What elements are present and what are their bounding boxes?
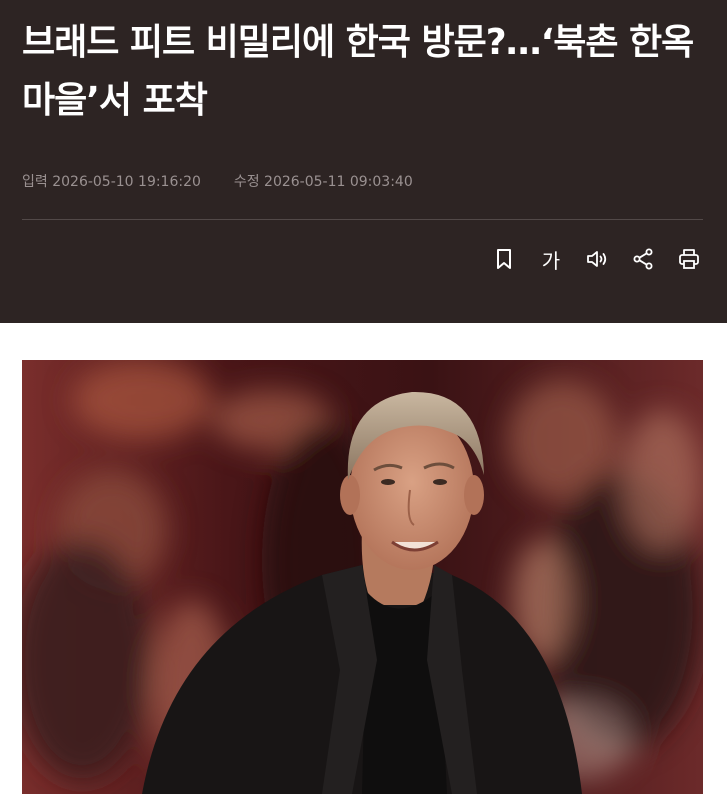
tts-button[interactable] [582,244,612,274]
font-size-icon: 가 [541,248,561,273]
speaker-icon [587,251,607,267]
modified-time: 2026-05-11 09:03:40 [264,174,413,190]
article-meta: 입력 2026-05-10 19:16:20 수정 2026-05-11 09:… [22,171,413,191]
print-icon [679,249,699,269]
header-divider [22,219,703,220]
article-photo [22,360,703,794]
print-button[interactable] [674,244,704,274]
modified-label: 수정 [233,174,260,190]
published-time: 2026-05-10 19:16:20 [52,174,201,190]
article-title: 브래드 피트 비밀리에 한국 방문?…‘북촌 한옥마을’서 포착 [22,22,694,121]
photo-celebrity-red-carpet [22,360,703,794]
share-button[interactable] [628,244,658,274]
published-label: 입력 [22,174,48,190]
bookmark-icon [497,249,511,269]
font-size-button[interactable]: 가 [536,244,566,274]
share-icon [633,248,653,270]
article-header: 브래드 피트 비밀리에 한국 방문?…‘북촌 한옥마을’서 포착 입력 2026… [0,0,727,323]
bookmark-button[interactable] [489,244,519,274]
